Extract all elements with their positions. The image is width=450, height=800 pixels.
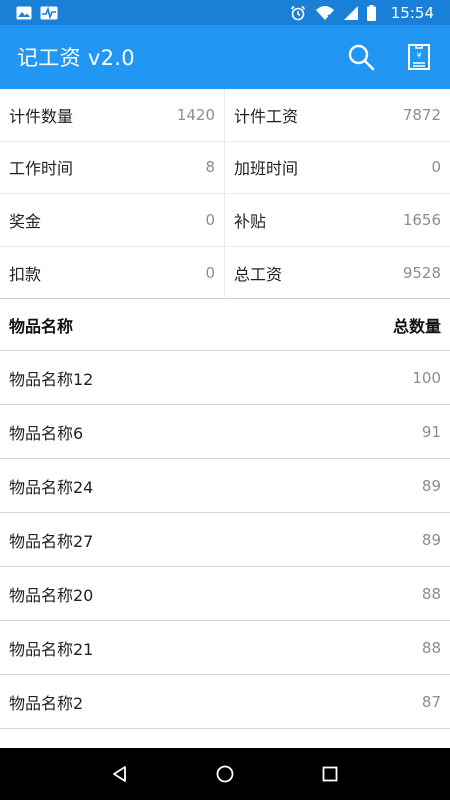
- summary-value: 8: [205, 158, 215, 177]
- item-list-header: 物品名称 总数量: [0, 299, 450, 351]
- app-title: 记工资 v2.0: [17, 46, 135, 70]
- item-qty: 87: [421, 692, 441, 711]
- summary-cell-total-wage: 总工资 9528: [225, 247, 450, 300]
- summary-row: 扣款 0 总工资 9528: [0, 246, 450, 300]
- list-item[interactable]: 物品名称24 89: [0, 459, 450, 513]
- summary-value: 1420: [176, 105, 215, 124]
- summary-cell-overtime: 加班时间 0: [225, 142, 450, 194]
- item-qty: 89: [421, 476, 441, 495]
- receipt-yen-glyph: ¥: [416, 51, 421, 60]
- list-item[interactable]: 物品名称20 88: [0, 567, 450, 621]
- search-button[interactable]: [345, 41, 377, 73]
- summary-cell-allowance: 补贴 1656: [225, 194, 450, 246]
- wifi-icon: [315, 5, 335, 21]
- signal-icon: [343, 5, 358, 20]
- summary-label: 计件数量: [9, 106, 74, 126]
- item-name: 物品名称20: [9, 585, 94, 605]
- search-icon: [347, 43, 375, 71]
- summary-label: 计件工资: [234, 106, 299, 126]
- item-name: 物品名称24: [9, 477, 94, 497]
- summary-value: 9528: [402, 263, 441, 282]
- item-name: 物品名称2: [9, 693, 84, 713]
- status-time: 15:54: [390, 3, 434, 22]
- receipt-button[interactable]: ¥: [403, 41, 435, 73]
- header-item-name: 物品名称: [9, 316, 74, 336]
- battery-icon: [366, 4, 376, 21]
- summary-cell-work-hours: 工作时间 8: [0, 141, 225, 193]
- list-item[interactable]: 物品名称21 88: [0, 621, 450, 675]
- summary-label: 加班时间: [234, 159, 299, 179]
- receipt-icon: ¥: [407, 43, 431, 71]
- summary-cell-bonus: 奖金 0: [0, 194, 225, 246]
- item-list[interactable]: 物品名称12 100 物品名称6 91 物品名称24 89 物品名称27 89 …: [0, 351, 450, 748]
- item-name: 物品名称21: [9, 639, 94, 659]
- status-bar: 15:54: [0, 0, 450, 25]
- summary-value: 0: [431, 158, 441, 177]
- activity-icon: [40, 5, 58, 20]
- summary-value: 0: [205, 263, 215, 282]
- list-item[interactable]: 物品名称2 87: [0, 675, 450, 729]
- summary-row: 工作时间 8 加班时间 0: [0, 141, 450, 194]
- summary-row: 计件数量 1420 计件工资 7872: [0, 89, 450, 142]
- item-name: 物品名称12: [9, 369, 94, 389]
- summary-cell-piece-wage: 计件工资 7872: [225, 89, 450, 141]
- header-total-qty: 总数量: [392, 316, 441, 336]
- image-icon: [16, 6, 32, 20]
- summary-label: 工作时间: [9, 159, 74, 179]
- app-bar: 记工资 v2.0 ¥: [0, 25, 450, 89]
- summary-value: 0: [205, 210, 215, 229]
- back-button[interactable]: [100, 754, 140, 794]
- home-circle-icon: [215, 764, 235, 784]
- system-nav-bar: [0, 748, 450, 800]
- item-qty: 88: [421, 638, 441, 657]
- summary-cell-piece-count: 计件数量 1420: [0, 89, 225, 141]
- item-qty: 91: [421, 422, 441, 441]
- back-triangle-icon: [111, 765, 129, 783]
- summary-row: 奖金 0 补贴 1656: [0, 194, 450, 247]
- item-qty: 88: [421, 584, 441, 603]
- summary-label: 奖金: [9, 211, 42, 231]
- item-qty: 89: [421, 530, 441, 549]
- list-item[interactable]: 物品名称12 100: [0, 351, 450, 405]
- wage-summary: 计件数量 1420 计件工资 7872 工作时间 8 加班时间 0 奖金 0 补…: [0, 89, 450, 299]
- item-name: 物品名称27: [9, 531, 94, 551]
- summary-label: 扣款: [9, 264, 42, 284]
- item-name: 物品名称6: [9, 423, 84, 443]
- summary-value: 1656: [402, 210, 441, 229]
- summary-label: 总工资: [234, 264, 283, 284]
- home-button[interactable]: [205, 754, 245, 794]
- recents-button[interactable]: [310, 754, 350, 794]
- summary-cell-deduction: 扣款 0: [0, 246, 225, 299]
- alarm-icon: [290, 5, 306, 21]
- list-item[interactable]: 物品名称6 91: [0, 405, 450, 459]
- recents-square-icon: [322, 766, 338, 782]
- list-item[interactable]: 物品名称27 89: [0, 513, 450, 567]
- summary-label: 补贴: [234, 211, 267, 231]
- summary-value: 7872: [402, 105, 441, 124]
- item-qty: 100: [412, 368, 441, 387]
